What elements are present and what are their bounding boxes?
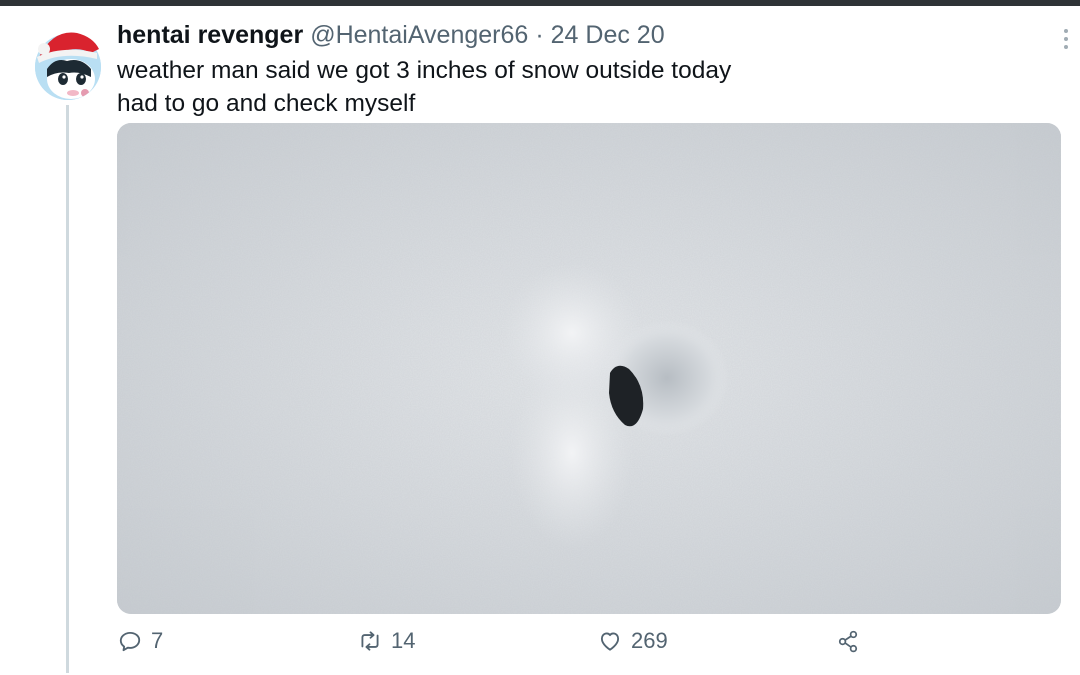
retweet-icon [361,631,379,651]
avatar-image [35,32,101,100]
author-name[interactable]: hentai revenger [117,21,303,50]
tweet-photo[interactable] [117,123,1061,614]
author-handle[interactable]: @HentaiAvenger66 [310,21,528,50]
tweet[interactable]: hentai revenger @HentaiAvenger66 · 24 De… [0,6,1080,675]
snow-photo [117,123,1061,614]
tweet-text-line-1: weather man said we got 3 inches of snow… [117,57,732,84]
avatar[interactable] [33,27,103,101]
tweet-text: weather man said we got 3 inches of snow… [117,54,731,120]
reply-icon [119,631,141,652]
tweet-date[interactable]: 24 Dec 20 [551,21,665,50]
thread-line [66,105,69,673]
more-vertical-icon[interactable] [1056,26,1076,52]
like-button[interactable]: 269 [597,626,668,656]
share-icon [838,630,858,653]
tweet-header: hentai revenger @HentaiAvenger66 · 24 De… [117,20,665,50]
reply-button[interactable]: 7 [117,626,163,656]
like-count: 269 [631,628,668,653]
retweet-count: 14 [391,628,416,653]
share-button[interactable] [835,626,861,656]
tweet-actions: 7 14 269 [117,626,1017,656]
retweet-button[interactable]: 14 [357,626,415,656]
reply-count: 7 [151,628,164,653]
tweet-text-line-2: had to go and check myself [117,90,416,117]
separator-dot: · [535,20,544,49]
like-icon [600,632,620,651]
